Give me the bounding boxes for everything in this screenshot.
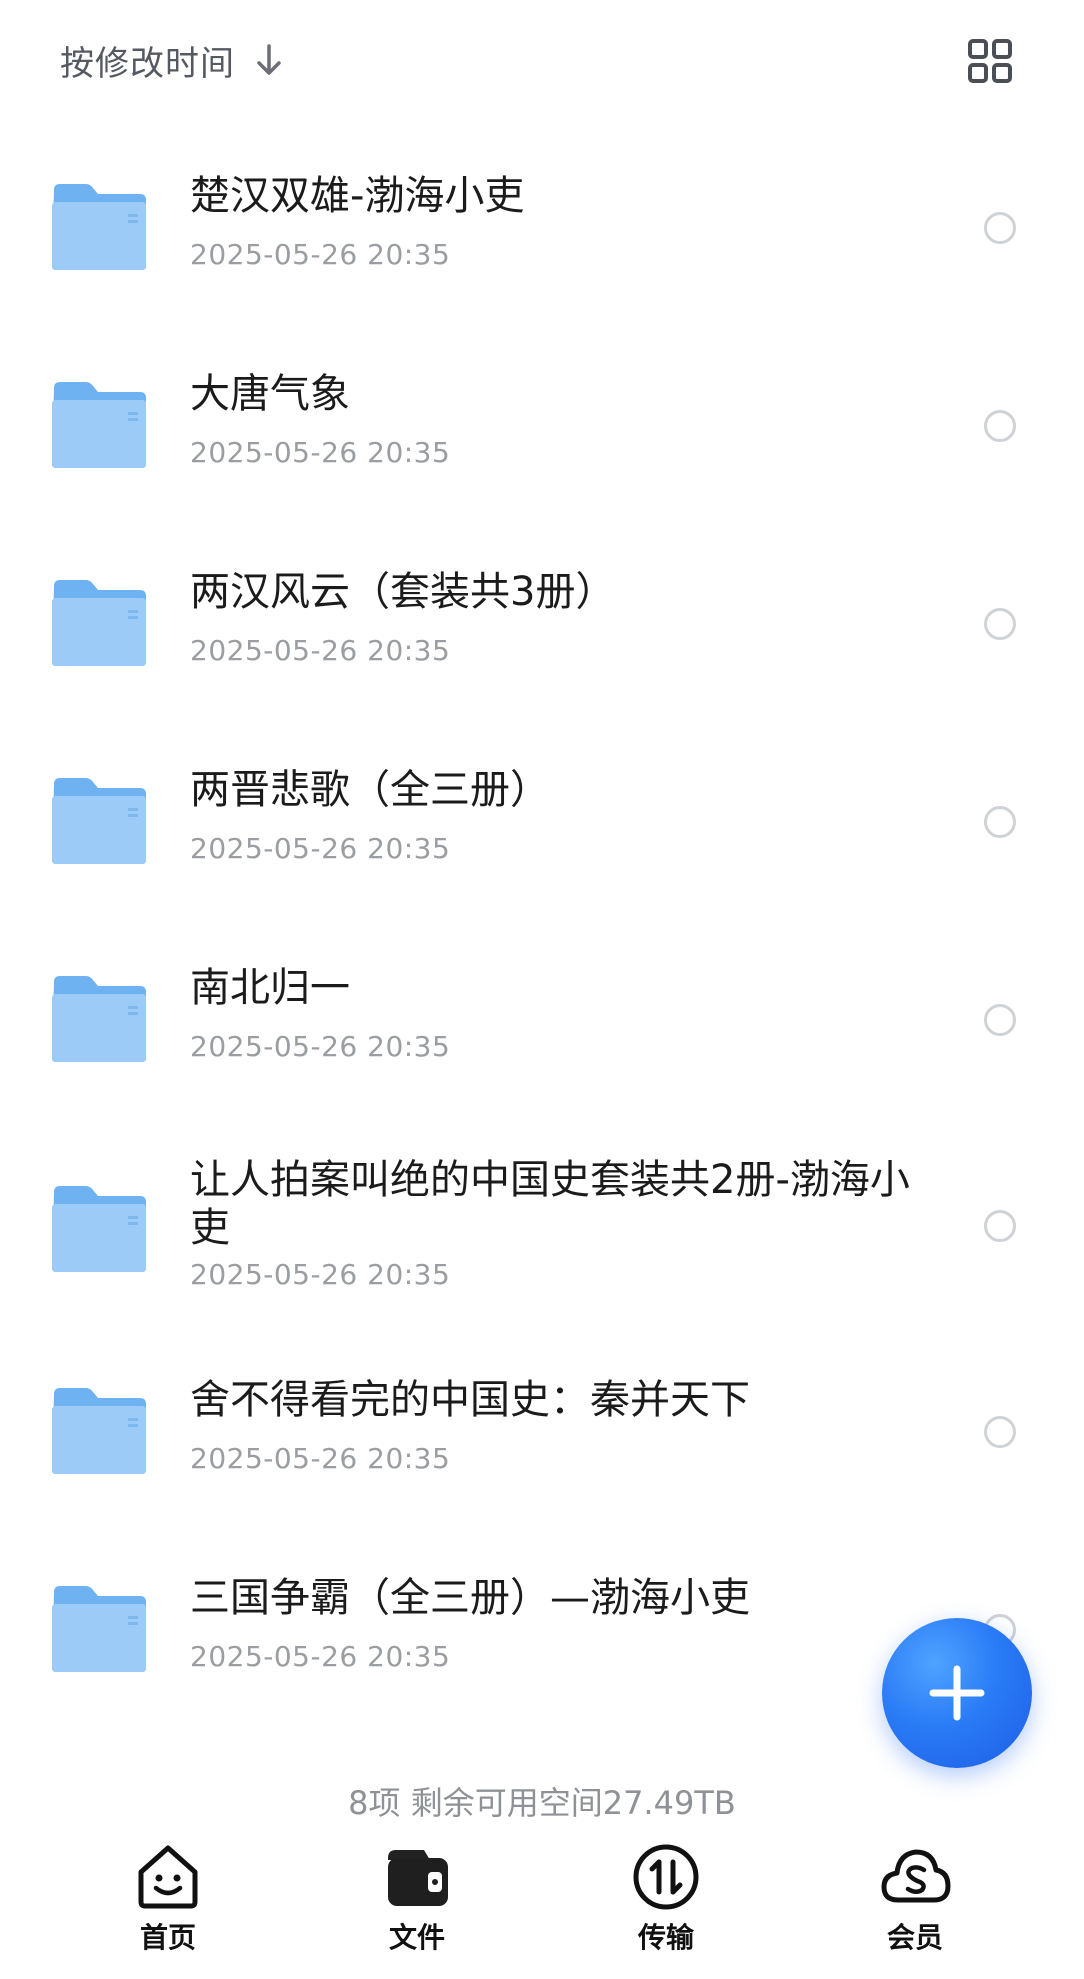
grid-view-icon[interactable]: [962, 33, 1018, 89]
file-name: 舍不得看完的中国史：秦并天下: [190, 1377, 750, 1423]
file-row[interactable]: 大唐气象 2025-05-26 20:35: [0, 358, 1084, 528]
nav-item-files[interactable]: 文件: [347, 1840, 487, 1960]
file-name: 大唐气象: [190, 371, 350, 417]
folder-icon: [48, 180, 148, 272]
files-wallet-icon: [380, 1840, 454, 1914]
file-date: 2025-05-26 20:35: [190, 832, 451, 865]
nav-label: 文件: [388, 1921, 445, 1954]
file-date: 2025-05-26 20:35: [190, 1640, 451, 1673]
file-row[interactable]: 南北归一 2025-05-26 20:35: [0, 952, 1084, 1122]
select-radio[interactable]: [984, 1004, 1016, 1036]
file-date: 2025-05-26 20:35: [190, 1442, 451, 1475]
select-radio[interactable]: [984, 1416, 1016, 1448]
cloud-membership-icon: [878, 1840, 952, 1914]
select-radio[interactable]: [984, 806, 1016, 838]
file-date: 2025-05-26 20:35: [190, 436, 451, 469]
file-date: 2025-05-26 20:35: [190, 1258, 451, 1291]
file-date: 2025-05-26 20:35: [190, 1030, 451, 1063]
storage-info: 8项 剩余可用空间27.49TB: [348, 1784, 736, 1822]
plus-icon: [927, 1663, 987, 1723]
file-name: 南北归一: [190, 965, 350, 1011]
sort-by-modified-time-button[interactable]: 按修改时间: [60, 30, 285, 90]
nav-item-transfer[interactable]: 传输: [596, 1840, 736, 1960]
file-row[interactable]: 舍不得看完的中国史：秦并天下 2025-05-26 20:35: [0, 1352, 1084, 1522]
nav-label: 首页: [139, 1921, 196, 1954]
folder-icon: [48, 378, 148, 470]
file-row[interactable]: 两晋悲歌（全三册） 2025-05-26 20:35: [0, 754, 1084, 924]
select-radio[interactable]: [984, 410, 1016, 442]
folder-icon: [48, 1582, 148, 1674]
file-browser-sheet: 按修改时间 楚汉双雄-渤海小吏 2025-05-26 20:35 大唐气象 20…: [0, 0, 1084, 1979]
nav-label: 会员: [886, 1921, 943, 1954]
select-radio[interactable]: [984, 212, 1016, 244]
file-name: 楚汉双雄-渤海小吏: [190, 173, 525, 219]
nav-label: 传输: [637, 1921, 694, 1954]
folder-icon: [48, 972, 148, 1064]
file-date: 2025-05-26 20:35: [190, 634, 451, 667]
arrow-down-icon: [253, 43, 285, 77]
file-row[interactable]: 让人拍案叫绝的中国史套装共2册-渤海小吏 2025-05-26 20:35: [0, 1150, 1084, 1300]
folder-icon: [48, 774, 148, 866]
sort-label: 按修改时间: [60, 43, 235, 84]
folder-icon: [48, 1182, 148, 1274]
nav-item-membership[interactable]: 会员: [845, 1840, 985, 1960]
folder-icon: [48, 1384, 148, 1476]
file-row[interactable]: 楚汉双雄-渤海小吏 2025-05-26 20:35: [0, 160, 1084, 330]
file-row[interactable]: 两汉风云（套装共3册） 2025-05-26 20:35: [0, 556, 1084, 726]
folder-icon: [48, 576, 148, 668]
bottom-nav: 首页 文件 传输 会员: [0, 1840, 1084, 1979]
nav-item-home[interactable]: 首页: [98, 1840, 238, 1960]
file-date: 2025-05-26 20:35: [190, 238, 451, 271]
add-button[interactable]: [882, 1618, 1032, 1768]
select-radio[interactable]: [984, 608, 1016, 640]
file-name: 两晋悲歌（全三册）: [190, 767, 550, 813]
file-name: 三国争霸（全三册）—渤海小吏: [190, 1575, 750, 1621]
home-smile-icon: [131, 1840, 205, 1914]
transfer-icon: [629, 1840, 703, 1914]
file-name: 让人拍案叫绝的中国史套装共2册-渤海小吏: [190, 1157, 910, 1251]
file-name: 两汉风云（套装共3册）: [190, 569, 616, 615]
select-radio[interactable]: [984, 1210, 1016, 1242]
